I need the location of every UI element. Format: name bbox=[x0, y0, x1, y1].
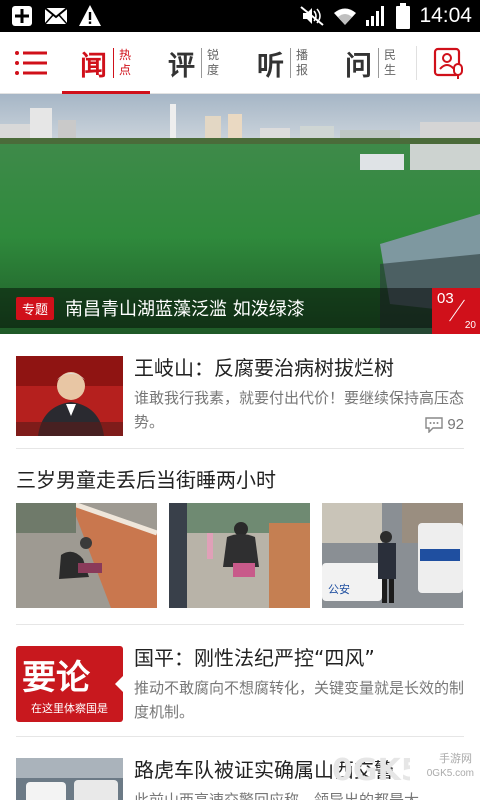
yaolun-logo: 要论 在这里体察国是 bbox=[16, 646, 123, 722]
list-item[interactable]: 三岁男童走丢后当街睡两小时 公安 bbox=[0, 448, 480, 624]
list-item[interactable]: 王岐山：反腐要治病树拔烂树 谁敢我行我素，就要付出代价！要继续保持高压态势。 9… bbox=[0, 334, 480, 448]
menu-icon[interactable] bbox=[14, 49, 48, 77]
top-navigation: 闻 热点 评 锐度 听 播报 问 民生 bbox=[0, 32, 480, 94]
site-watermark: 0GK5 手游网 0GK5.com bbox=[330, 744, 480, 800]
comment-count-value: 92 bbox=[447, 416, 464, 433]
nav-divider bbox=[416, 46, 417, 80]
tab-broadcast-subtitle: 播报 bbox=[290, 48, 310, 78]
watermark-text: 手游网 bbox=[439, 752, 472, 765]
list-item[interactable]: 要论 在这里体察国是 国平：刚性法纪严控“四风” 推动不敢腐向不想腐转化，关键变… bbox=[0, 624, 480, 736]
article-summary: 谁敢我行我素，就要付出代价！要继续保持高压态势。 bbox=[134, 389, 465, 431]
mute-icon bbox=[300, 6, 325, 26]
add-icon bbox=[12, 6, 32, 26]
slide-pager: 03 20 bbox=[432, 288, 480, 334]
clock: 14:04 bbox=[419, 4, 472, 27]
yaolun-logo-text: 要论 bbox=[22, 658, 90, 698]
hero-title: 南昌青山湖蓝藻泛滥 如泼绿漆 bbox=[65, 299, 305, 320]
yaolun-logo-tagline: 在这里体察国是 bbox=[31, 702, 108, 715]
user-card-icon[interactable] bbox=[432, 46, 466, 80]
tab-hot-news[interactable]: 闻 热点 bbox=[80, 32, 133, 94]
tab-livelihood[interactable]: 问 民生 bbox=[345, 32, 398, 94]
article-title: 王岐山：反腐要治病树拔烂树 bbox=[134, 356, 394, 380]
topic-badge: 专题 bbox=[16, 296, 55, 320]
article-photo bbox=[16, 503, 157, 608]
tab-broadcast[interactable]: 听 播报 bbox=[257, 32, 310, 94]
warning-icon bbox=[79, 5, 101, 26]
article-thumbnail bbox=[16, 356, 123, 436]
tab-hot-news-subtitle: 热点 bbox=[113, 48, 133, 78]
hero-caption: 专题 南昌青山湖蓝藻泛滥 如泼绿漆 bbox=[0, 288, 432, 328]
signal-icon bbox=[366, 6, 385, 26]
tab-commentary[interactable]: 评 锐度 bbox=[168, 32, 221, 94]
svg-text:0GK5: 0GK5 bbox=[332, 753, 410, 788]
comment-icon bbox=[425, 416, 444, 433]
article-summary: 推动不敢腐向不想腐转化，关键变量就是长效的制度机制。 bbox=[134, 679, 465, 721]
photo-caption: 公安 bbox=[328, 582, 350, 596]
tab-livelihood-title: 问 bbox=[345, 50, 372, 82]
tab-commentary-subtitle: 锐度 bbox=[201, 48, 221, 78]
tab-commentary-title: 评 bbox=[168, 50, 195, 82]
battery-icon bbox=[396, 3, 411, 29]
watermark-domain: 0GK5.com bbox=[426, 768, 474, 779]
article-photo bbox=[169, 503, 310, 608]
tab-livelihood-subtitle: 民生 bbox=[378, 48, 398, 78]
hero-banner[interactable]: 专题 南昌青山湖蓝藻泛滥 如泼绿漆 03 20 bbox=[0, 94, 480, 334]
article-title: 国平：刚性法纪严控“四风” bbox=[134, 646, 375, 670]
article-title: 三岁男童走丢后当街睡两小时 bbox=[16, 468, 276, 492]
slide-current: 03 bbox=[437, 290, 454, 307]
watermark-logo: 0GK5 bbox=[332, 753, 410, 788]
article-photo: 公安 bbox=[322, 503, 463, 608]
slide-total: 20 bbox=[464, 320, 476, 331]
comment-count[interactable]: 92 bbox=[425, 416, 464, 433]
article-thumbnail bbox=[16, 758, 123, 800]
tab-hot-news-title: 闻 bbox=[80, 50, 107, 82]
tab-broadcast-title: 听 bbox=[257, 50, 284, 82]
wifi-icon bbox=[334, 8, 357, 25]
mail-icon bbox=[44, 7, 68, 25]
status-bar: 14:04 bbox=[0, 0, 480, 32]
